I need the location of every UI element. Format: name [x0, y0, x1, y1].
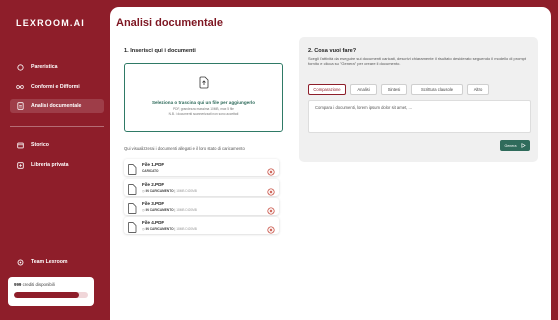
generate-label: Genera — [504, 143, 517, 148]
page-title: Analisi documentale — [116, 17, 223, 29]
credits-progress-bar — [14, 292, 88, 298]
file-icon — [127, 201, 137, 214]
file-icon — [127, 220, 137, 233]
sidebar-item-label: Conformi e Difformi — [31, 84, 80, 90]
credits-progress-fill — [14, 292, 80, 298]
sidebar-item-team-lexroom[interactable]: Team Lexroom — [10, 255, 104, 269]
settings-icon — [16, 258, 24, 266]
sidebar-item-label: Team Lexroom — [31, 259, 68, 265]
sidebar-item-label: Pareristica — [31, 64, 58, 70]
circle-icon — [16, 63, 24, 71]
file-icon — [127, 162, 137, 175]
action-panel: 2. Cosa vuoi fare? Scegli l'attività da … — [299, 37, 538, 162]
sidebar: LEXROOM.AI Pareristica Conformi e Diffor… — [0, 0, 110, 320]
file-name: File 2.PDF — [142, 182, 165, 187]
credits-label: crediti disponibili — [22, 282, 55, 287]
plus-square-icon — [16, 161, 24, 169]
tab-analisi[interactable]: Analisi — [350, 84, 377, 95]
remove-file-icon[interactable] — [267, 202, 275, 215]
file-dropzone[interactable]: Seleziona o trascina qui un file per agg… — [124, 63, 283, 132]
generate-button[interactable]: Genera — [500, 140, 530, 151]
play-arrow-icon — [521, 142, 526, 149]
tab-comparazione[interactable]: Comparazione — [308, 84, 346, 95]
remove-file-icon[interactable] — [267, 163, 275, 176]
sidebar-divider — [10, 126, 104, 127]
document-icon — [16, 102, 24, 110]
credits-box: 999 crediti disponibili — [8, 277, 94, 306]
file-size: 18MB DI20MB — [176, 189, 197, 193]
tab-scrittura-clausole[interactable]: Scrittura clausole — [411, 84, 463, 95]
sidebar-item-conformi-difformi[interactable]: Conformi e Difformi — [10, 80, 104, 94]
sidebar-item-pareristica[interactable]: Pareristica — [10, 60, 104, 74]
file-name: File 3.PDF — [142, 201, 165, 206]
section-action-title: 2. Cosa vuoi fare? — [308, 48, 357, 54]
file-status: IN CARICAMENTO — [145, 227, 174, 231]
dropzone-note: N.B. i documenti scannerizzati non sono … — [168, 112, 239, 116]
archive-icon — [16, 141, 24, 149]
sidebar-item-label: Libreria privata — [31, 162, 69, 168]
sidebar-item-label: Analisi documentale — [31, 103, 82, 109]
file-icon — [127, 182, 137, 195]
file-item: File 1.PDF CARICATO — [124, 159, 279, 176]
files-hint: Qui visualizzerai i documenti allegati e… — [124, 146, 245, 151]
main-panel: Analisi documentale 1. Inserisci qui i d… — [110, 7, 551, 320]
file-status: IN CARICAMENTO — [145, 208, 174, 212]
remove-file-icon[interactable] — [267, 183, 275, 196]
sidebar-item-storico[interactable]: Storico — [10, 138, 104, 152]
file-status: CARICATO — [142, 169, 159, 173]
file-item: File 3.PDF ◷ IN CARICAMENTO | 18MB DI20M… — [124, 198, 279, 215]
sidebar-item-label: Storico — [31, 142, 49, 148]
infinity-icon — [16, 83, 24, 91]
tab-altro[interactable]: Altro — [467, 84, 489, 95]
file-name: File 1.PDF — [142, 162, 165, 167]
sidebar-item-analisi-documentale[interactable]: Analisi documentale — [10, 99, 104, 113]
app-logo: LEXROOM.AI — [16, 18, 86, 28]
file-size: 18MB DI20MB — [176, 208, 197, 212]
file-size: 18MB DI20MB — [176, 227, 197, 231]
sidebar-item-libreria-privata[interactable]: Libreria privata — [10, 158, 104, 172]
file-name: File 4.PDF — [142, 220, 165, 225]
upload-icon — [198, 76, 210, 89]
section-action-description: Scegli l'attività da eseguire sui docume… — [308, 56, 526, 66]
file-item: File 4.PDF ◷ IN CARICAMENTO | 18MB DI20M… — [124, 217, 279, 234]
tab-sintesi[interactable]: Sintesi — [381, 84, 407, 95]
file-status: IN CARICAMENTO — [145, 189, 174, 193]
dropzone-title: Seleziona o trascina qui un file per agg… — [151, 100, 256, 105]
remove-file-icon[interactable] — [267, 221, 275, 234]
dropzone-limits: PDF, grandezza massima 10MB, max 5 file — [173, 107, 234, 111]
credits-count: 999 — [14, 282, 22, 287]
prompt-input[interactable]: Compara i documenti, lorem ipsum dolor s… — [308, 100, 531, 133]
file-item: File 2.PDF ◷ IN CARICAMENTO | 18MB DI20M… — [124, 179, 279, 196]
section-upload-title: 1. Inserisci qui i documenti — [124, 48, 196, 54]
